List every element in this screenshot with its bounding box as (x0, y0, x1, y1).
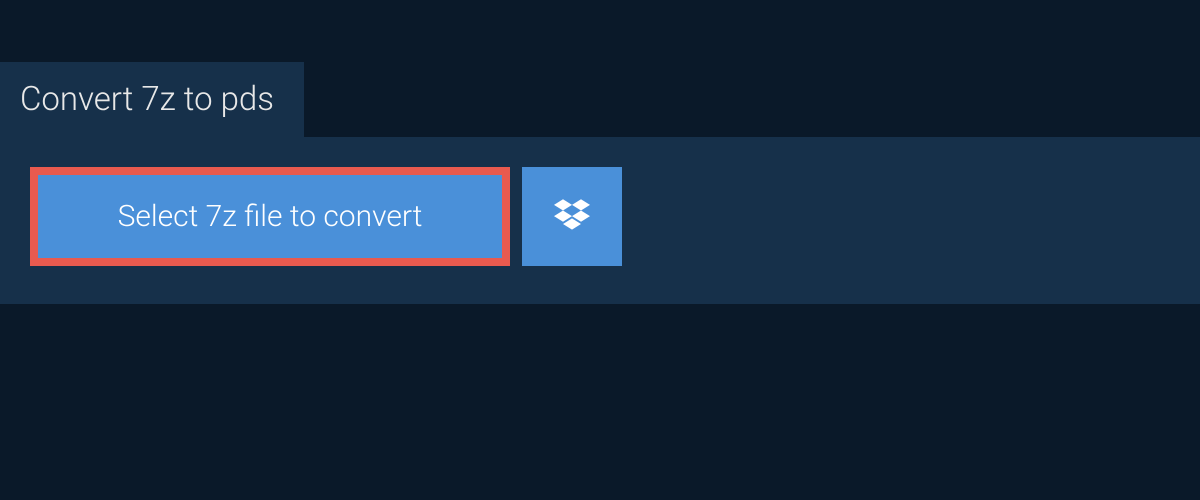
select-file-label: Select 7z file to convert (118, 199, 423, 234)
select-file-button[interactable]: Select 7z file to convert (30, 167, 510, 266)
main-container: Convert 7z to pds Select 7z file to conv… (0, 0, 1200, 304)
dropbox-icon (554, 197, 590, 237)
button-row: Select 7z file to convert (30, 167, 1170, 266)
tab-convert[interactable]: Convert 7z to pds (0, 62, 304, 137)
conversion-panel: Select 7z file to convert (0, 137, 1200, 304)
tab-label: Convert 7z to pds (20, 80, 274, 119)
dropbox-button[interactable] (522, 167, 622, 266)
